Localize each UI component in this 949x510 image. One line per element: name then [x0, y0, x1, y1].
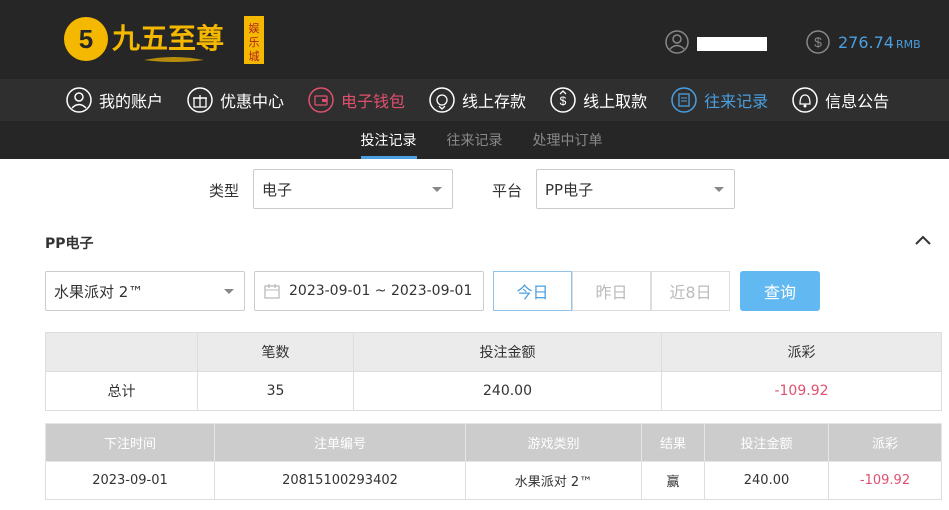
nav-promotions[interactable]: 优惠中心 [187, 87, 284, 113]
yesterday-button[interactable]: 昨日 [572, 271, 651, 311]
gift-icon [187, 87, 213, 113]
date-range-value: 2023-09-01 ~ 2023-09-01 [289, 283, 473, 299]
result-cell: 赢 [641, 461, 705, 500]
nav-label: 线上存款 [462, 92, 527, 111]
balance-value: 276.74 [838, 33, 894, 52]
nav-label: 往来记录 [704, 92, 769, 111]
bet-time-cell: 2023-09-01 [45, 461, 215, 500]
summary-header-cell: 投注金额 [353, 332, 662, 372]
svg-text:城: 城 [249, 50, 260, 63]
svg-text:$: $ [814, 34, 822, 50]
bell-icon [792, 87, 818, 113]
withdraw-icon: $ [550, 87, 576, 113]
nav-label: 电子钱包 [341, 92, 406, 111]
nav-wallet[interactable]: 电子钱包 [308, 87, 405, 113]
nav-label: 信息公告 [825, 92, 890, 111]
nav-withdraw[interactable]: $ 线上取款 [550, 87, 647, 113]
details-header-cell: 投注金额 [704, 423, 829, 462]
summary-count: 35 [197, 371, 354, 411]
chevron-down-icon [714, 187, 724, 192]
tab-transaction-records[interactable]: 往来记录 [447, 121, 503, 159]
chevron-down-icon [432, 187, 442, 192]
calendar-icon [264, 284, 280, 299]
sub-tabs: 投注记录 往来记录 处理中订单 [0, 121, 949, 159]
summary-payout: -109.92 [661, 371, 942, 411]
svg-text:娱: 娱 [249, 21, 260, 35]
summary-header-cell [45, 332, 198, 372]
type-value: 电子 [262, 180, 293, 199]
table-row: 2023-09-01 20815100293402 水果派对 2™ 赢 240.… [45, 461, 942, 500]
platform-select[interactable]: PP电子 [536, 169, 735, 209]
game-select[interactable]: 水果派对 2™ [45, 271, 245, 311]
balance-unit: RMB [895, 38, 921, 51]
summary-header-row: 笔数 投注金额 派彩 [45, 332, 942, 372]
user-circle-icon [66, 87, 92, 113]
tab-pending-orders[interactable]: 处理中订单 [533, 121, 603, 159]
details-header-cell: 派彩 [828, 423, 942, 462]
user-avatar-icon[interactable] [665, 30, 689, 54]
last-8-days-button[interactable]: 近8日 [651, 271, 730, 311]
summary-header-cell: 笔数 [197, 332, 354, 372]
balance: 276.74 RMB [838, 33, 921, 52]
details-header-cell: 结果 [641, 423, 705, 462]
platform-label: 平台 [492, 182, 523, 200]
section-title: PP电子 [45, 236, 94, 252]
game-type-cell: 水果派对 2™ [465, 461, 642, 500]
query-button[interactable]: 查询 [740, 271, 820, 311]
nav-label: 优惠中心 [220, 92, 285, 111]
payout-cell: -109.92 [828, 461, 942, 500]
details-header-cell: 下注时间 [45, 423, 215, 462]
summary-table: 笔数 投注金额 派彩 总计 35 240.00 -109.92 [45, 332, 942, 411]
nav-deposit[interactable]: 线上存款 [429, 87, 526, 113]
wallet-icon [308, 87, 334, 113]
today-button[interactable]: 今日 [493, 271, 572, 311]
nav-label: 我的账户 [99, 92, 164, 111]
details-header-cell: 游戏类别 [465, 423, 642, 462]
summary-bet-amount: 240.00 [353, 371, 662, 411]
nav-records[interactable]: 往来记录 [671, 87, 768, 113]
username-masked [697, 37, 767, 51]
details-table: 下注时间 注单编号 游戏类别 结果 投注金额 派彩 2023-09-01 208… [45, 423, 942, 500]
summary-total-row: 总计 35 240.00 -109.92 [45, 371, 942, 411]
logo-text: 九五至尊 [112, 22, 224, 55]
summary-total-label: 总计 [45, 371, 198, 411]
nav-label: 线上取款 [583, 92, 648, 111]
top-bar: 5 九五至尊 娱 乐 城 $ 276.74 RMB [0, 0, 949, 79]
casino-logo[interactable]: 5 九五至尊 娱 乐 城 [64, 12, 266, 68]
bet-id-cell: 20815100293402 [214, 461, 466, 500]
collapse-chevron-icon[interactable] [914, 233, 932, 247]
records-icon [671, 87, 697, 113]
platform-value: PP电子 [545, 180, 594, 199]
game-value: 水果派对 2™ [54, 282, 144, 301]
details-header-row: 下注时间 注单编号 游戏类别 结果 投注金额 派彩 [45, 423, 942, 462]
summary-header-cell: 派彩 [661, 332, 942, 372]
details-header-cell: 注单编号 [214, 423, 466, 462]
svg-text:$: $ [560, 94, 567, 108]
dollar-icon: $ [806, 30, 830, 54]
nav-announcements[interactable]: 信息公告 [792, 87, 889, 113]
chevron-down-icon [224, 289, 234, 294]
svg-text:5: 5 [79, 24, 93, 54]
type-label: 类型 [209, 182, 240, 200]
bet-amount-cell: 240.00 [704, 461, 829, 500]
date-range-input[interactable]: 2023-09-01 ~ 2023-09-01 [254, 271, 484, 311]
deposit-icon [429, 87, 455, 113]
type-select[interactable]: 电子 [253, 169, 453, 209]
main-nav: 我的账户 优惠中心 电子钱包 线上存款 $ 线上取款 往来记录 信息公告 [0, 79, 949, 121]
nav-my-account[interactable]: 我的账户 [66, 87, 163, 113]
svg-text:乐: 乐 [249, 36, 260, 49]
tab-bet-records[interactable]: 投注记录 [360, 121, 417, 159]
